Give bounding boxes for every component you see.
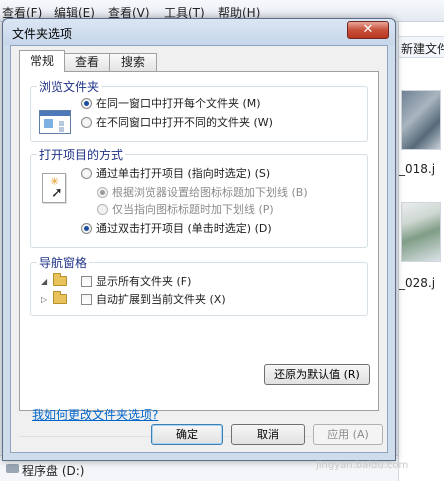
option-label: 显示所有文件夹 (F) [96, 275, 192, 288]
restore-defaults-button[interactable]: 还原为默认值 (R) [264, 364, 370, 385]
option-label: 通过双击打开项目 (单击时选定) (D) [96, 222, 272, 235]
radio-underline-browser[interactable]: 根据浏览器设置给图标标题加下划线 (B) [97, 184, 308, 200]
radio-single-click[interactable]: 通过单击打开项目 (指向时选定) (S) [81, 165, 270, 181]
folder-icon [53, 273, 67, 286]
group-title: 导航窗格 [37, 254, 90, 271]
watermark: jingyan.baidu.com [316, 460, 409, 471]
browse-folders-group: 浏览文件夹 在同一窗口中打开每个文件夹 (M) 在不同窗口中打开不同的文件夹 (… [30, 78, 368, 142]
group-title: 浏览文件夹 [37, 78, 102, 95]
general-tab-panel: 浏览文件夹 在同一窗口中打开每个文件夹 (M) 在不同窗口中打开不同的文件夹 (… [19, 71, 379, 411]
radio-button[interactable] [81, 98, 92, 109]
radio-underline-hover[interactable]: 仅当指向图标标题时加下划线 (P) [97, 201, 274, 217]
open-items-group: 打开项目的方式 ✳ ➚ 通过单击打开项目 (指向时选定) (S) 根据浏览器设置… [30, 146, 368, 248]
ok-button[interactable]: 确定 [151, 424, 223, 445]
checkbox-auto-expand[interactable]: 自动扩展到当前文件夹 (X) [81, 291, 226, 307]
thumbnail-label[interactable]: _018.j [399, 162, 435, 176]
tree-expanded-icon: ◢ [41, 277, 48, 286]
background-file-pane: 新建文件夹 _018.j _028.j [398, 22, 444, 481]
navigation-pane-group: 导航窗格 ◢ 显示所有文件夹 (F) ▷ 自动扩展到当前文件夹 (X) [30, 254, 368, 316]
radio-button[interactable] [97, 187, 108, 198]
image-thumbnail[interactable] [401, 202, 441, 262]
group-title: 打开项目的方式 [37, 146, 126, 163]
checkbox[interactable] [81, 276, 92, 287]
tab-general[interactable]: 常规 [19, 50, 65, 72]
apply-button[interactable]: 应用 (A) [313, 424, 383, 445]
checkbox[interactable] [81, 294, 92, 305]
option-label: 通过单击打开项目 (指向时选定) (S) [96, 167, 271, 180]
breadcrumb[interactable]: 新建文件夹 [399, 36, 444, 58]
tree-collapsed-icon: ▷ [41, 295, 48, 304]
radio-button[interactable] [81, 117, 92, 128]
folder-icon [53, 291, 67, 304]
option-label: 自动扩展到当前文件夹 (X) [96, 293, 226, 306]
option-label: 在同一窗口中打开每个文件夹 (M) [96, 97, 261, 110]
radio-button[interactable] [81, 223, 92, 234]
radio-button[interactable] [81, 168, 92, 179]
drive-icon [6, 464, 19, 473]
dialog-title: 文件夹选项 [12, 27, 73, 41]
option-label: 仅当指向图标标题时加下划线 (P) [112, 203, 274, 216]
tab-view[interactable]: 查看 [64, 53, 110, 71]
drive-item[interactable]: 程序盘 (D:) [22, 462, 84, 479]
radio-same-window[interactable]: 在同一窗口中打开每个文件夹 (M) [81, 95, 261, 111]
cancel-button[interactable]: 取消 [231, 424, 305, 445]
dialog-client: 常规 查看 搜索 浏览文件夹 在同一窗口中打开每个文件夹 (M) 在不同窗口中打… [10, 45, 388, 453]
radio-double-click[interactable]: 通过双击打开项目 (单击时选定) (D) [81, 220, 272, 236]
help-link[interactable]: 我如何更改文件夹选项? [32, 406, 158, 423]
checkbox-show-all-folders[interactable]: 显示所有文件夹 (F) [81, 273, 191, 289]
option-label: 根据浏览器设置给图标标题加下划线 (B) [112, 186, 308, 199]
radio-button[interactable] [97, 204, 108, 215]
click-cursor-icon: ✳ ➚ [42, 173, 66, 203]
radio-new-window[interactable]: 在不同窗口中打开不同的文件夹 (W) [81, 114, 273, 130]
thumbnail-label[interactable]: _028.j [399, 276, 435, 290]
image-thumbnail[interactable] [401, 90, 441, 150]
tab-search[interactable]: 搜索 [109, 53, 157, 71]
dialog-titlebar[interactable]: 文件夹选项 ✕ [3, 19, 395, 45]
folder-options-dialog: 文件夹选项 ✕ 常规 查看 搜索 浏览文件夹 在同一窗口中打开每个文件夹 (M)… [2, 18, 396, 461]
option-label: 在不同窗口中打开不同的文件夹 (W) [96, 116, 273, 129]
folder-window-icon [39, 110, 71, 134]
close-button[interactable]: ✕ [347, 21, 389, 39]
